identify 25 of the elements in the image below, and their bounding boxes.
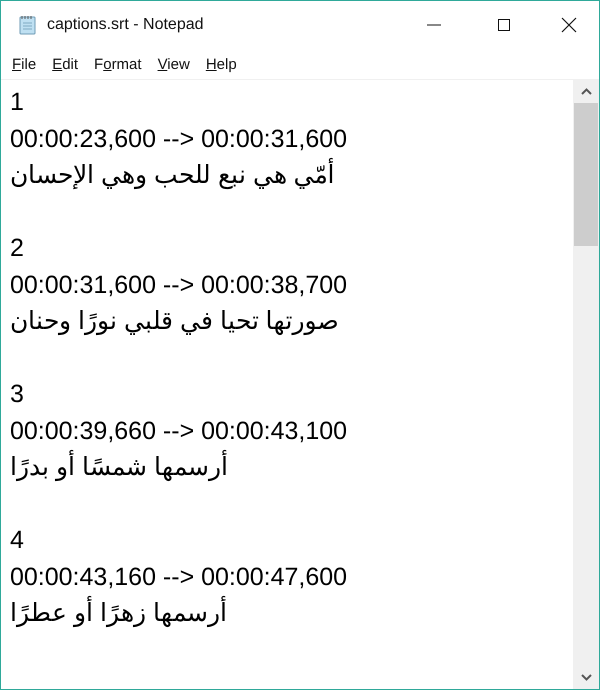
menu-item[interactable]: Help	[198, 54, 244, 74]
menu-item[interactable]: View	[150, 54, 197, 74]
menu-item[interactable]: File	[5, 54, 44, 74]
close-icon	[561, 17, 577, 33]
scroll-down-icon[interactable]	[580, 674, 592, 681]
caption-number: 4	[10, 525, 24, 556]
maximize-icon	[497, 18, 511, 32]
caption-text: أرسمها زهرًا أو عطرًا	[10, 595, 227, 632]
caption-timing: 00:00:39,660 --> 00:00:43,100	[10, 416, 348, 446]
minimize-icon	[427, 24, 441, 26]
caption-timing: 00:00:23,600 --> 00:00:31,600	[10, 124, 348, 154]
caption-number: 1	[10, 87, 24, 118]
scrollbar-thumb[interactable]	[574, 103, 598, 246]
caption-text: أمّي هي نبع للحب وهي الإحسان	[10, 157, 335, 194]
caption-timing: 00:00:31,600 --> 00:00:38,700	[10, 270, 348, 300]
menu-item[interactable]: Edit	[45, 54, 86, 74]
scroll-up-icon[interactable]	[580, 88, 592, 95]
caption-timing: 00:00:43,160 --> 00:00:47,600	[10, 562, 348, 592]
window-title: captions.srt - Notepad	[47, 16, 204, 34]
menu-item[interactable]: Format	[87, 54, 149, 74]
caption-text: صورتها تحيا في قلبي نورًا وحنان	[10, 306, 339, 338]
vertical-scrollbar[interactable]	[573, 80, 599, 689]
caption-number: 3	[10, 379, 24, 410]
caption-number: 2	[10, 233, 24, 264]
caption-text: أرسمها شمسًا أو بدرًا	[10, 449, 228, 486]
